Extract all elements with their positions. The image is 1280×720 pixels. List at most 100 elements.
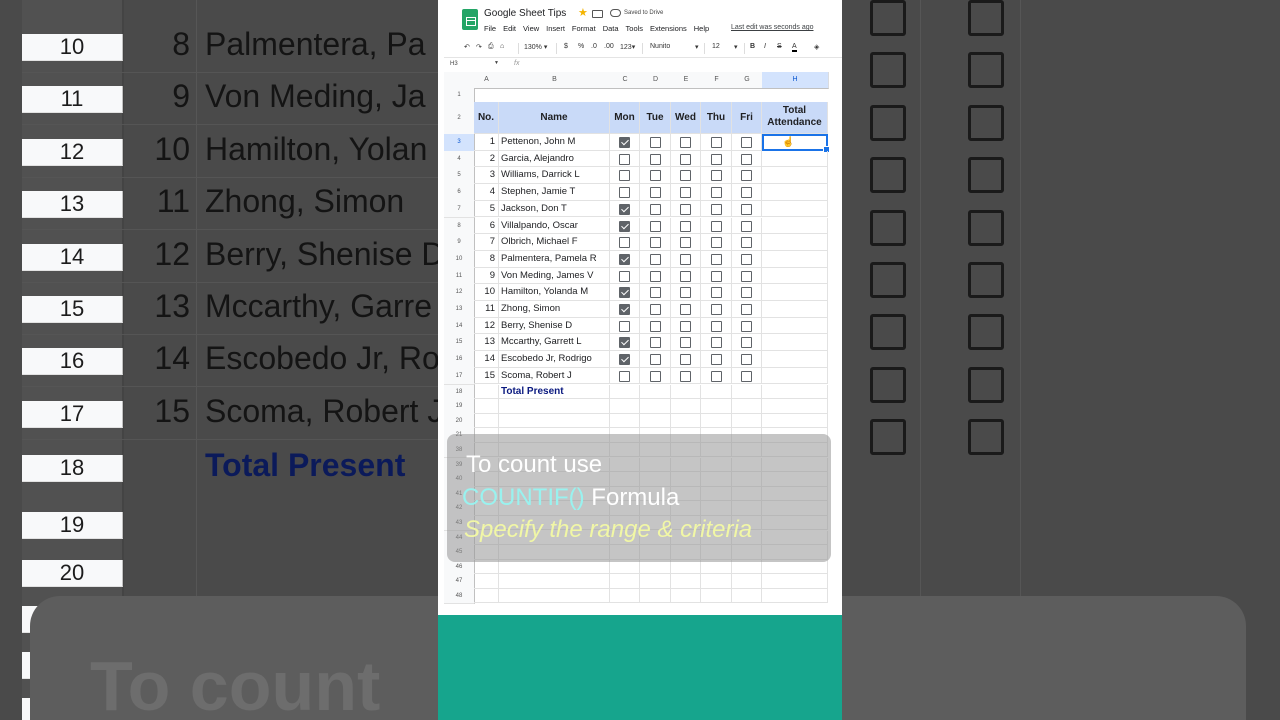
checkbox-unchecked[interactable] xyxy=(680,220,691,232)
checkbox-unchecked[interactable] xyxy=(619,370,630,382)
header-name[interactable]: Name xyxy=(499,102,610,134)
fill-color-icon[interactable]: ◈ xyxy=(814,43,819,51)
column-header-b[interactable]: B xyxy=(499,72,611,89)
empty-cell[interactable] xyxy=(671,588,701,604)
checkbox-unchecked[interactable] xyxy=(649,287,661,299)
checkbox-unchecked[interactable] xyxy=(649,304,661,315)
row-number[interactable]: 48 xyxy=(444,588,475,605)
total-attendance-cell[interactable] xyxy=(762,184,828,201)
empty-cell[interactable] xyxy=(499,588,610,604)
checkbox-unchecked[interactable] xyxy=(741,153,752,165)
empty-cell[interactable] xyxy=(640,588,671,604)
cell-name[interactable]: Hamilton, Yolanda M xyxy=(499,284,610,301)
cell-name[interactable]: Jackson, Don T xyxy=(499,200,610,218)
cell-name[interactable]: Von Meding, James V xyxy=(499,267,610,285)
row-number[interactable]: 5 xyxy=(444,167,475,186)
checkbox-unchecked[interactable] xyxy=(710,170,722,182)
row-number[interactable]: 11 xyxy=(444,267,475,286)
cell-number[interactable]: 6 xyxy=(474,217,499,235)
cell-name[interactable]: Scoma, Robert J xyxy=(499,367,610,385)
empty-cell[interactable] xyxy=(640,384,671,400)
empty-cell[interactable] xyxy=(671,384,701,400)
cell-number[interactable]: 14 xyxy=(474,351,499,368)
checkbox-unchecked[interactable] xyxy=(619,320,630,332)
empty-cell[interactable] xyxy=(640,413,671,429)
checkbox-unchecked[interactable] xyxy=(680,237,691,249)
checkbox-checked[interactable] xyxy=(619,137,630,148)
checkbox-unchecked[interactable] xyxy=(741,304,752,315)
empty-cell[interactable] xyxy=(610,399,640,414)
cell-name[interactable]: Garcia, Alejandro xyxy=(499,150,610,168)
empty-cell[interactable] xyxy=(732,399,762,414)
total-attendance-cell[interactable] xyxy=(762,351,828,368)
cell-number[interactable]: 9 xyxy=(474,267,499,285)
checkbox-unchecked[interactable] xyxy=(710,337,722,349)
empty-cell[interactable] xyxy=(474,399,499,414)
cell-name[interactable]: Stephen, Jamie T xyxy=(499,184,610,201)
menu-item-format[interactable]: Format xyxy=(572,24,596,33)
cell-number[interactable]: 10 xyxy=(474,284,499,301)
checkbox-checked[interactable] xyxy=(619,304,630,315)
checkbox-unchecked[interactable] xyxy=(741,203,752,215)
empty-cell[interactable] xyxy=(474,588,499,604)
paint-format-icon[interactable]: ⌂ xyxy=(500,43,504,50)
empty-cell[interactable] xyxy=(701,588,732,604)
checkbox-unchecked[interactable] xyxy=(619,237,630,249)
header-fri[interactable]: Fri xyxy=(732,102,762,134)
star-icon[interactable]: ★ xyxy=(578,6,588,19)
checkbox-unchecked[interactable] xyxy=(710,153,722,165)
row-number[interactable]: 12 xyxy=(444,284,475,302)
checkbox-unchecked[interactable] xyxy=(619,170,630,182)
checkbox-unchecked[interactable] xyxy=(741,354,752,366)
checkbox-unchecked[interactable] xyxy=(710,220,722,232)
empty-cell[interactable] xyxy=(762,384,828,400)
checkbox-unchecked[interactable] xyxy=(680,337,691,349)
total-attendance-cell[interactable] xyxy=(762,267,828,285)
row-number[interactable]: 15 xyxy=(444,334,475,353)
empty-cell[interactable] xyxy=(610,574,640,589)
total-attendance-cell[interactable] xyxy=(762,334,828,352)
empty-cell[interactable] xyxy=(762,399,828,414)
header-thu[interactable]: Thu xyxy=(701,102,732,134)
decrease-decimal-button[interactable]: .0 xyxy=(591,43,597,50)
total-attendance-cell[interactable] xyxy=(762,217,828,235)
checkbox-unchecked[interactable] xyxy=(741,187,752,199)
checkbox-unchecked[interactable] xyxy=(649,203,661,215)
print-icon[interactable]: ⎙ xyxy=(488,43,494,51)
cell-name[interactable]: Escobedo Jr, Rodrigo xyxy=(499,351,610,368)
header-tue[interactable]: Tue xyxy=(640,102,671,134)
checkbox-unchecked[interactable] xyxy=(619,153,630,165)
cell-number[interactable]: 5 xyxy=(474,200,499,218)
row-number[interactable]: 13 xyxy=(444,301,475,319)
header-total-attendance[interactable]: Total Attendance xyxy=(762,102,828,134)
cell-name[interactable]: Pettenon, John M xyxy=(499,134,610,151)
italic-button[interactable]: I xyxy=(764,43,766,50)
checkbox-unchecked[interactable] xyxy=(710,203,722,215)
empty-cell[interactable] xyxy=(732,588,762,604)
row-number[interactable]: 8 xyxy=(444,217,475,236)
strikethrough-button[interactable]: S xyxy=(777,43,782,50)
cell-number[interactable]: 8 xyxy=(474,250,499,268)
row-number[interactable]: 2 xyxy=(444,102,475,135)
total-attendance-cell[interactable] xyxy=(762,367,828,385)
checkbox-checked[interactable] xyxy=(619,203,630,215)
checkbox-unchecked[interactable] xyxy=(649,320,661,332)
increase-decimal-button[interactable]: .00 xyxy=(604,43,614,50)
percent-button[interactable]: % xyxy=(578,43,584,50)
checkbox-unchecked[interactable] xyxy=(680,137,691,148)
empty-cell[interactable] xyxy=(671,399,701,414)
column-header-e[interactable]: E xyxy=(671,72,702,89)
undo-icon[interactable]: ↶ xyxy=(464,43,470,51)
redo-icon[interactable]: ↷ xyxy=(476,43,482,51)
empty-cell[interactable] xyxy=(499,413,610,429)
total-attendance-cell[interactable] xyxy=(762,200,828,218)
empty-cell[interactable] xyxy=(732,413,762,429)
checkbox-unchecked[interactable] xyxy=(741,370,752,382)
menu-item-tools[interactable]: Tools xyxy=(626,24,644,33)
column-header-d[interactable]: D xyxy=(640,72,672,89)
checkbox-unchecked[interactable] xyxy=(619,187,630,199)
text-color-button[interactable]: A xyxy=(792,43,797,52)
empty-cell[interactable] xyxy=(671,574,701,589)
font-size-chevron-icon[interactable]: ▾ xyxy=(734,43,738,51)
name-box[interactable]: H3 xyxy=(450,61,458,67)
